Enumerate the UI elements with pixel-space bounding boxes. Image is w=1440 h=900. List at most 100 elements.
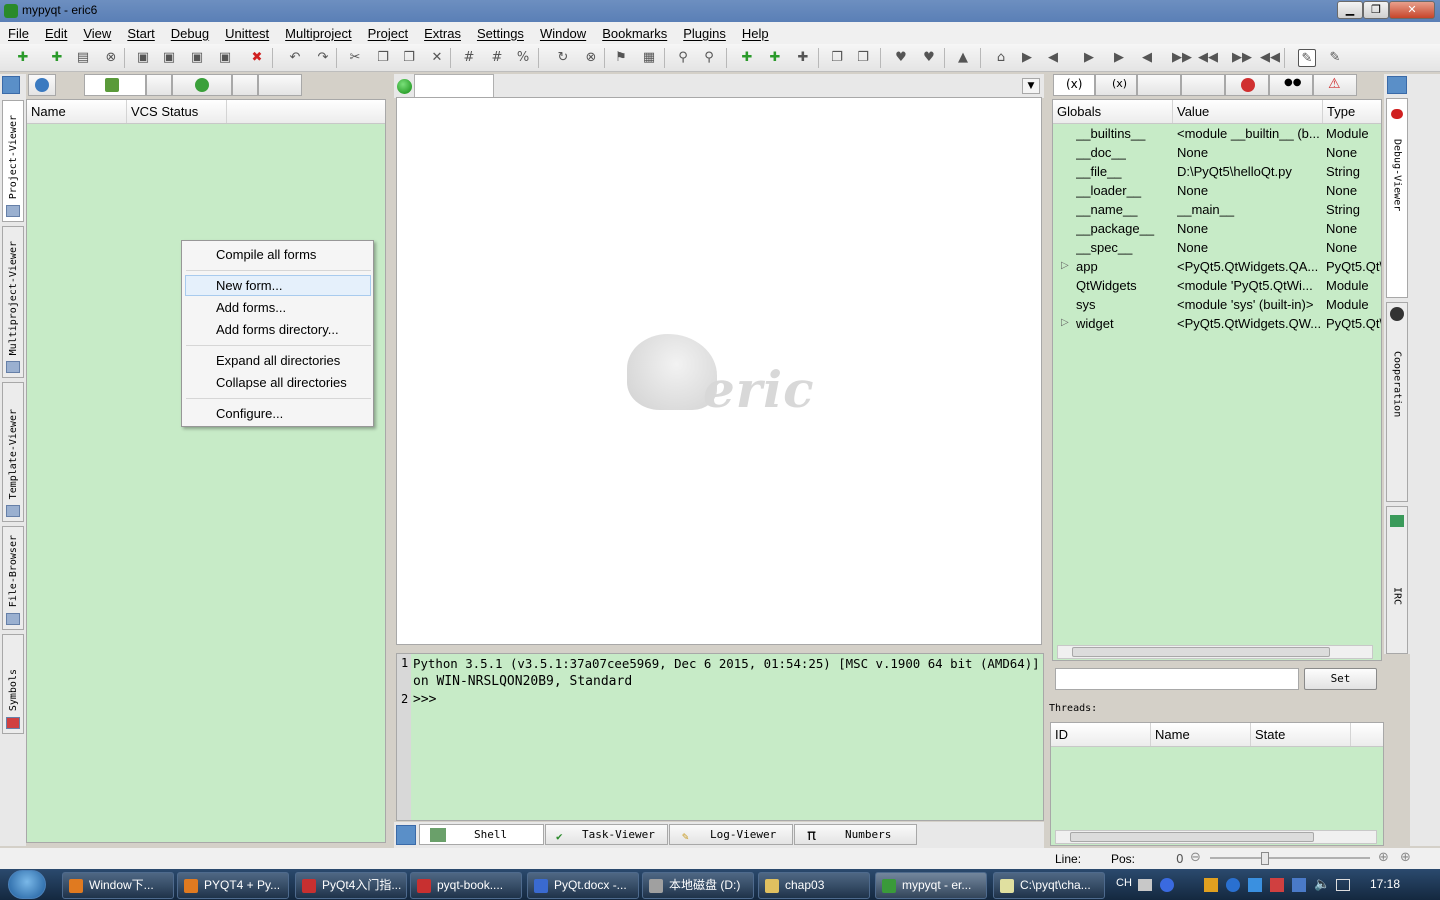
variable-row[interactable]: __builtins__ <module __builtin__ (b... Mod… — [1053, 124, 1381, 143]
taskbar-item[interactable]: mypyqt - er... — [875, 872, 987, 899]
volume-icon[interactable]: 🔈 — [1314, 877, 1330, 892]
column-header-id[interactable]: ID — [1051, 723, 1151, 746]
back-icon[interactable]: ◀ — [1044, 49, 1062, 67]
horizontal-scrollbar[interactable] — [1055, 830, 1377, 844]
menu-item-configure[interactable]: Configure... — [216, 406, 283, 421]
column-header-value[interactable]: Value — [1173, 100, 1323, 123]
menu-plugins[interactable]: Plugins — [675, 26, 734, 41]
shell-prompt[interactable]: >>> — [413, 692, 436, 707]
input-language[interactable]: CH — [1116, 877, 1132, 889]
shield-icon[interactable] — [1248, 878, 1262, 892]
menu-item-add-forms-directory[interactable]: Add forms directory... — [216, 322, 339, 337]
set-button[interactable]: Set — [1304, 668, 1377, 690]
variable-row[interactable]: __name__ __main__ String — [1053, 200, 1381, 219]
menu-edit[interactable]: Edit — [37, 26, 75, 41]
taskbar-item[interactable]: PyQt.docx -... — [527, 872, 639, 899]
start-button-icon[interactable] — [8, 870, 46, 899]
tab-multiproject-viewer[interactable]: Multiproject-Viewer — [2, 226, 24, 378]
start-icon[interactable]: ♥ — [892, 49, 910, 67]
tab-file-browser[interactable]: File-Browser — [2, 526, 24, 630]
bookmark-icon[interactable]: ⚑ — [612, 49, 630, 67]
filter-icon[interactable] — [396, 825, 416, 845]
delete-icon[interactable]: ✕ — [428, 49, 446, 67]
column-header-globals[interactable]: Globals — [1053, 100, 1173, 123]
keyboard-icon[interactable] — [1138, 879, 1152, 891]
tab-call-stack[interactable] — [1137, 74, 1181, 96]
tab-breakpoints[interactable] — [1225, 74, 1269, 96]
new-project-icon[interactable]: ✚ — [48, 49, 66, 67]
menu-start[interactable]: Start — [119, 26, 162, 41]
continue-icon[interactable]: ▶▶ — [1172, 49, 1192, 67]
menu-file[interactable]: File — [0, 26, 37, 41]
tab-project-interfaces[interactable] — [232, 74, 258, 96]
scrollbar-thumb[interactable] — [1070, 832, 1314, 842]
save-icon[interactable]: ▣ — [134, 49, 152, 67]
tab-template-viewer[interactable]: Template-Viewer — [2, 382, 24, 522]
forward-icon[interactable]: ▶ — [1018, 49, 1036, 67]
uncomment-icon[interactable]: # — [488, 49, 506, 67]
taskbar-item[interactable]: PYQT4 + Py... — [177, 872, 289, 899]
add-dir-icon[interactable]: ✚ — [766, 49, 784, 67]
action-center-icon[interactable] — [1336, 879, 1350, 891]
taskbar-item[interactable]: 本地磁盘 (D:) — [642, 872, 754, 899]
undo-icon[interactable]: ↶ — [286, 49, 304, 67]
tab-debug-viewer[interactable]: Debug-Viewer — [1386, 98, 1408, 298]
column-header-vcs-status[interactable]: VCS Status — [127, 100, 227, 123]
filter-icon[interactable] — [1387, 76, 1407, 94]
window-icon[interactable]: ❐ — [828, 49, 846, 67]
chevron-down-icon[interactable]: ▼ — [1022, 78, 1040, 94]
zoom-in-icon[interactable]: ⊕ — [1378, 850, 1389, 865]
prev-icon[interactable]: ▶ — [1110, 49, 1128, 67]
menu-item-compile-all-forms[interactable]: Compile all forms — [216, 247, 316, 262]
step-icon[interactable]: ▶▶ — [1232, 49, 1252, 67]
cut-icon[interactable]: ✂ — [346, 49, 364, 67]
column-header-type[interactable]: Type — [1323, 100, 1381, 123]
column-header-name[interactable]: Name — [1151, 723, 1251, 746]
minimize-button[interactable]: ▁ — [1337, 1, 1363, 19]
menu-bookmarks[interactable]: Bookmarks — [594, 26, 675, 41]
window-split-icon[interactable]: ❐ — [854, 49, 872, 67]
comment-icon[interactable]: # — [460, 49, 478, 67]
copy-icon[interactable]: ❐ — [374, 49, 392, 67]
taskbar-item[interactable]: chap03 — [758, 872, 870, 899]
horizontal-scrollbar[interactable] — [1057, 645, 1373, 659]
tab-cooperation[interactable]: Cooperation — [1386, 302, 1408, 502]
tray-app-icon[interactable] — [1204, 878, 1218, 892]
bookmark-list-icon[interactable]: ▦ — [640, 49, 658, 67]
save-as-icon[interactable]: ▣ — [160, 49, 178, 67]
stop-icon[interactable]: ⊗ — [582, 49, 600, 67]
variable-row[interactable]: QtWidgets <module 'PyQt5.QtWi... Module — [1053, 276, 1381, 295]
tray-app-icon[interactable] — [1270, 878, 1284, 892]
menu-item-new-form[interactable]: New form... — [216, 278, 282, 293]
tab-symbols[interactable]: Symbols — [2, 634, 24, 734]
stepback-icon[interactable]: ◀◀ — [1198, 49, 1218, 67]
menu-debug[interactable]: Debug — [163, 26, 217, 41]
menu-project[interactable]: Project — [360, 26, 416, 41]
reload-icon[interactable]: ↻ — [554, 49, 572, 67]
goto-icon[interactable]: ◀ — [1138, 49, 1156, 67]
menu-settings[interactable]: Settings — [469, 26, 532, 41]
menu-item-expand-all-directories[interactable]: Expand all directories — [216, 353, 340, 368]
search-icon[interactable]: ⚲ — [674, 49, 692, 67]
column-header-state[interactable]: State — [1251, 723, 1351, 746]
menu-view[interactable]: View — [75, 26, 119, 41]
editor-welcome-area[interactable]: eric — [396, 97, 1042, 645]
tab-project-forms[interactable] — [84, 74, 146, 96]
stepout-icon[interactable]: ◀◀ — [1260, 49, 1280, 67]
menu-unittest[interactable]: Unittest — [217, 26, 277, 41]
project-forms-browser[interactable]: Name VCS Status — [26, 99, 386, 843]
menu-item-collapse-all-directories[interactable]: Collapse all directories — [216, 375, 347, 390]
tab-numbers[interactable]: π Numbers — [794, 824, 917, 845]
menu-item-add-forms[interactable]: Add forms... — [216, 300, 286, 315]
tab-project-translations[interactable] — [172, 74, 232, 96]
tab-project-resources[interactable] — [146, 74, 172, 96]
paste-icon[interactable]: ❐ — [400, 49, 418, 67]
tab-global-variables[interactable]: (x) — [1053, 74, 1095, 96]
editor-tab[interactable] — [414, 74, 494, 98]
menu-multiproject[interactable]: Multiproject — [277, 26, 359, 41]
next-icon[interactable]: ▶ — [1080, 49, 1098, 67]
network-icon[interactable] — [1292, 878, 1306, 892]
home-icon[interactable]: ⌂ — [992, 49, 1010, 67]
save-copy-icon[interactable]: ▣ — [216, 49, 234, 67]
tray-app-icon[interactable] — [1226, 878, 1240, 892]
